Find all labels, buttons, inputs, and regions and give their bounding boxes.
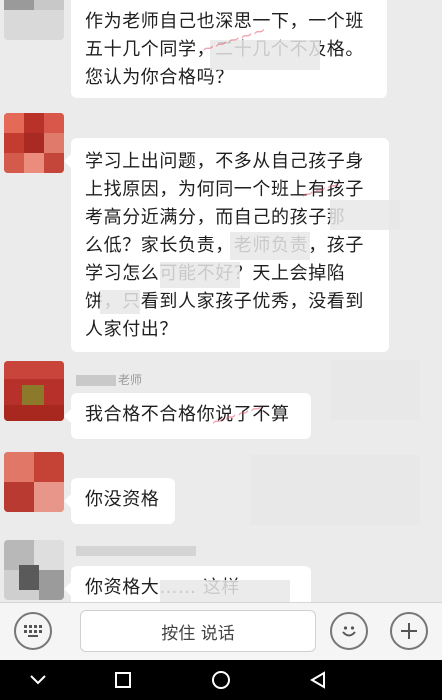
nav-back-icon[interactable] [304, 666, 332, 694]
mosaic-censor [230, 232, 310, 260]
emoji-icon[interactable] [330, 612, 368, 650]
sender-label: 老师 [118, 373, 143, 387]
nav-chevron-down-icon[interactable] [24, 666, 52, 694]
nav-home-icon[interactable] [207, 666, 235, 694]
sender-name [76, 540, 196, 560]
message-line: 学习上出问题，不多从自己孩子身 [85, 151, 364, 172]
message-text: 你没资格 [85, 489, 160, 510]
hold-to-talk-button[interactable]: 按住 说话 [80, 610, 316, 652]
mosaic-censor [330, 200, 400, 230]
plus-icon[interactable] [390, 612, 428, 650]
chat-area[interactable]: 作为老师自己也深思一下，一个班 五十几个同学，二十几个不及格。 您认为你合格吗？… [0, 0, 442, 602]
keyboard-icon[interactable] [14, 612, 52, 650]
avatar[interactable] [4, 113, 64, 173]
avatar[interactable] [4, 361, 64, 421]
mosaic-censor [160, 262, 240, 288]
mosaic-censor [330, 360, 420, 420]
nav-recent-icon[interactable] [109, 666, 137, 694]
mosaic-censor [250, 455, 420, 525]
blurred-name [76, 375, 116, 386]
blurred-name [76, 545, 196, 556]
mosaic-censor [160, 580, 290, 602]
message-bubble[interactable]: 你没资格 [64, 478, 175, 524]
message-line: 人家付出？ [85, 319, 178, 340]
message-bubble[interactable]: 我合格不合格你说了不算 [64, 393, 311, 439]
hold-to-talk-label: 按住 说话 [161, 623, 235, 644]
avatar[interactable] [4, 540, 64, 600]
avatar[interactable] [4, 452, 64, 512]
navigation-bar [0, 660, 442, 700]
sender-name: 老师 [76, 370, 142, 390]
input-bar: 按住 说话 [0, 602, 442, 660]
avatar[interactable] [4, 0, 64, 40]
mosaic-censor [100, 290, 140, 314]
